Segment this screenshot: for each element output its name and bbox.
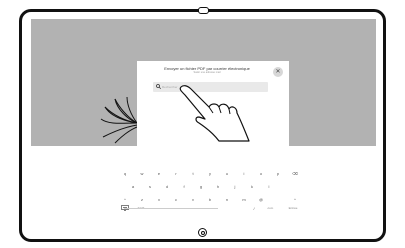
key-q[interactable]: q — [119, 171, 131, 176]
key-e[interactable]: e — [153, 171, 165, 176]
camera-icon — [198, 7, 209, 14]
key-d[interactable]: d — [161, 184, 173, 189]
key-z[interactable]: z — [136, 197, 148, 202]
key-a[interactable]: a — [127, 184, 139, 189]
close-button[interactable]: ✕ — [273, 67, 283, 77]
key-r[interactable]: r — [170, 171, 182, 176]
key-c[interactable]: c — [170, 197, 182, 202]
key-u[interactable]: u — [221, 171, 233, 176]
key-i[interactable]: i — [238, 171, 250, 176]
shift-key-right[interactable]: ^ — [289, 197, 301, 202]
key-v[interactable]: v — [187, 197, 199, 202]
search-icon — [156, 84, 161, 89]
key-o[interactable]: o — [255, 171, 267, 176]
key-x[interactable]: x — [153, 197, 165, 202]
device-screen: Envoyer un fichier PDF par courrier élec… — [31, 19, 376, 228]
shift-key-left[interactable]: ^ — [119, 197, 131, 202]
pointing-hand-icon — [179, 85, 250, 142]
key-y[interactable]: y — [204, 171, 216, 176]
slash-key[interactable]: / — [248, 206, 260, 211]
key-j[interactable]: j — [229, 184, 241, 189]
key-b[interactable]: b — [204, 197, 216, 202]
key-w[interactable]: w — [136, 171, 148, 176]
key-l[interactable]: l — [263, 184, 275, 189]
search-placeholder: Rechercher — [162, 85, 178, 89]
close-icon: ✕ — [275, 69, 281, 75]
key-f[interactable]: f — [178, 184, 190, 189]
dotcom-key[interactable]: .com — [264, 206, 276, 211]
key-s[interactable]: s — [144, 184, 156, 189]
key-m[interactable]: m — [238, 197, 250, 202]
enter-key[interactable]: Entrée — [285, 206, 301, 211]
key-n[interactable]: n — [221, 197, 233, 202]
key-t[interactable]: t — [187, 171, 199, 176]
key-h[interactable]: h — [212, 184, 224, 189]
home-button[interactable] — [198, 228, 207, 237]
key-at[interactable]: @ — [255, 197, 267, 202]
backspace-key[interactable]: ⌫ — [289, 171, 301, 176]
space-bar[interactable] — [124, 208, 218, 209]
key-p[interactable]: p — [272, 171, 284, 176]
key-g[interactable]: g — [195, 184, 207, 189]
key-k[interactable]: k — [246, 184, 258, 189]
on-screen-keyboard: q w e r t y u i o p ⌫ a s d f g h j k l … — [31, 146, 376, 228]
dialog-subtitle: Saisir une adresse mail — [193, 71, 221, 74]
